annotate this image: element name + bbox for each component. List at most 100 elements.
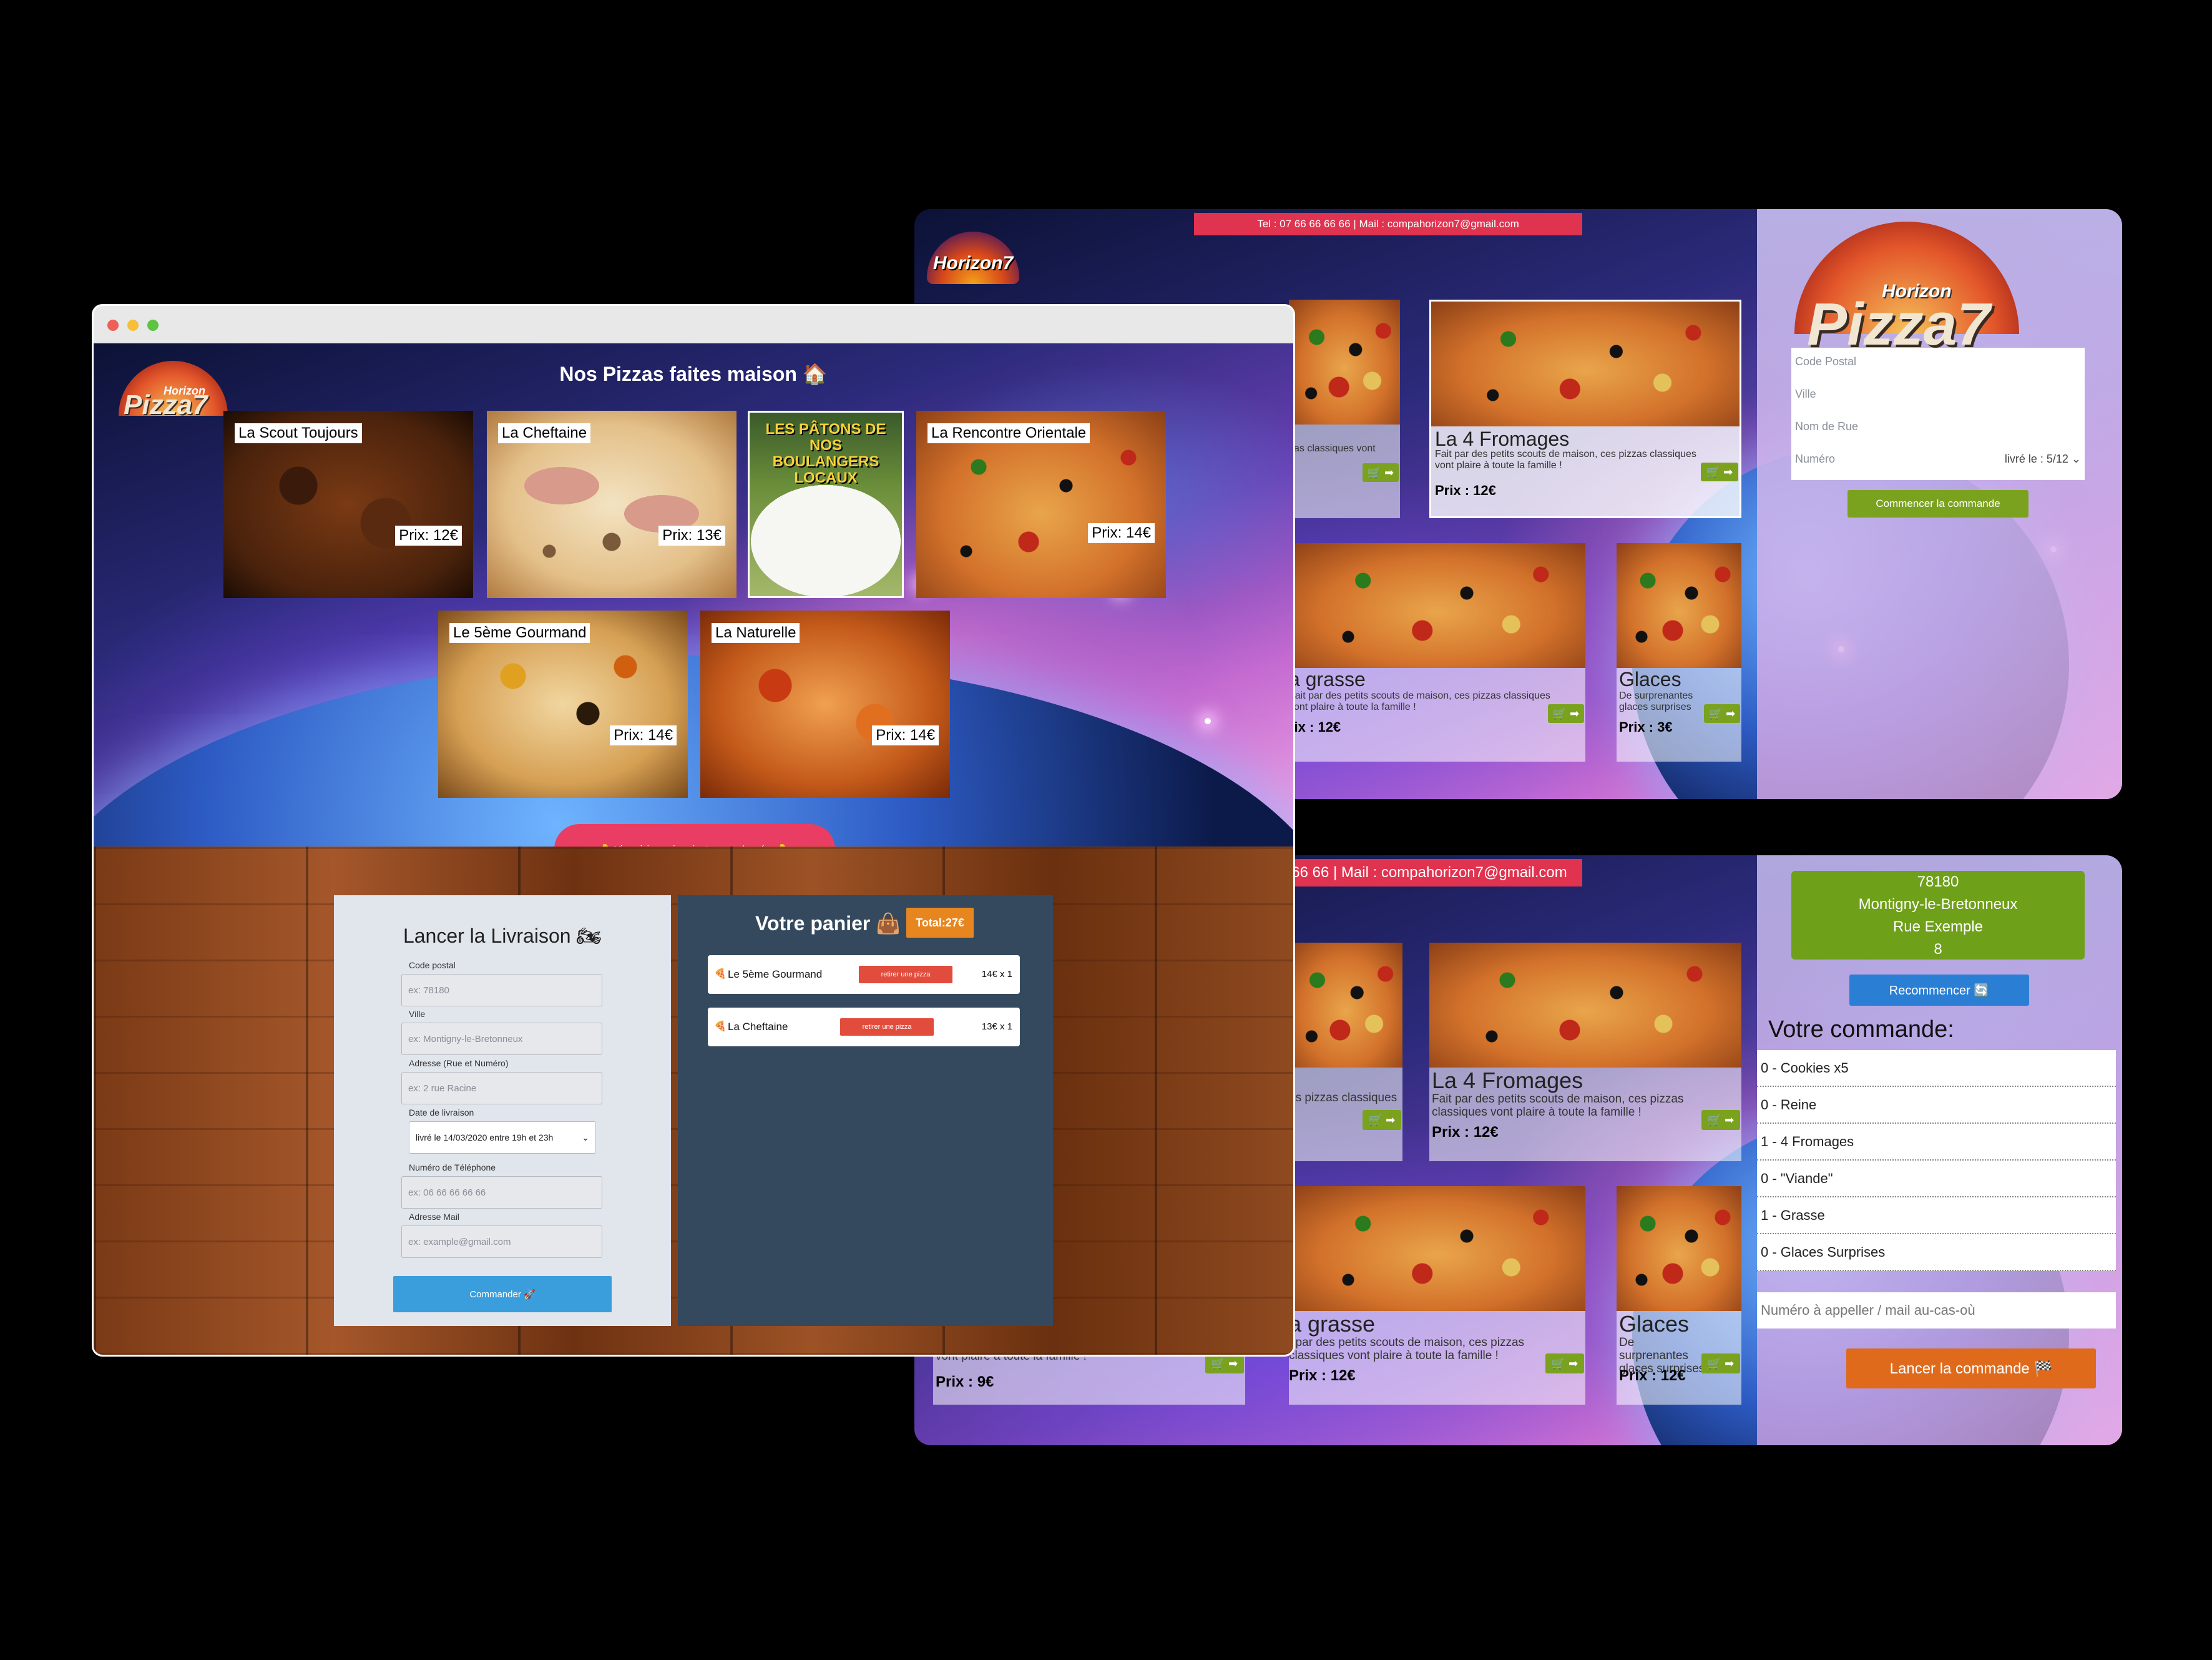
address-label: Adresse (Rue et Numéro) [409, 1058, 509, 1068]
maximize-dot[interactable] [147, 320, 159, 331]
add-to-cart-button[interactable]: 🛒 ➡ [1363, 1110, 1401, 1130]
cart-item-qty: 14€ x 1 [981, 969, 1012, 980]
remove-pizza-button[interactable]: retirer une pizza [840, 1018, 934, 1036]
card-price: Prix : 3€ [1619, 719, 1673, 735]
summary-street: Rue Exemple [1892, 918, 1984, 935]
card-title: La 4 Fromages [1435, 428, 1570, 450]
card-title: Glaces [1619, 1311, 1690, 1337]
remove-pizza-button[interactable]: retirer une pizza [859, 966, 952, 983]
card-desc: zas classiques vont [1289, 443, 1376, 454]
pizza-card[interactable]: La Cheftaine Prix: 13€ [487, 411, 737, 598]
menu-card: Glaces De surprenantes glaces surprises … [1617, 543, 1741, 762]
address-summary: 78180 Montigny-le-Bretonneux Rue Exemple… [1791, 871, 2085, 960]
card-price: Prix : 12€ [1619, 1367, 1686, 1384]
contact-header-bar: Tel : 07 66 66 66 66 | Mail : compahoriz… [1194, 213, 1582, 235]
start-order-button[interactable]: Commencer la commande [1847, 490, 2028, 518]
order-item: 0 - "Viande" [1757, 1161, 2116, 1197]
logo: Horizon7 [927, 232, 1019, 284]
add-to-cart-button[interactable]: 🛒 ➡ [1363, 463, 1399, 482]
minimize-dot[interactable] [127, 320, 139, 331]
card-price: Prix : 9€ [936, 1373, 994, 1390]
pizza-card[interactable]: Le 5ème Gourmand Prix: 14€ [438, 611, 688, 798]
card-price: Prix : 12€ [1432, 1124, 1499, 1141]
launch-order-button[interactable]: Lancer la commande 🏁 [1846, 1348, 2096, 1388]
close-dot[interactable] [107, 320, 119, 331]
pizza-price: Prix: 14€ [610, 725, 677, 745]
pizza-photo [1289, 543, 1585, 668]
pizza-card[interactable]: La Scout Toujours Prix: 12€ [223, 411, 473, 598]
dough-card: LES PÂTONS DE NOS BOULANGERS LOCAUX [748, 411, 904, 598]
address-input[interactable]: ex: 2 rue Racine [401, 1072, 602, 1104]
pizza-icon: 🍕 [714, 1021, 727, 1032]
form-title: Lancer la Livraison 🏍 [403, 925, 602, 947]
add-to-cart-button[interactable]: 🛒 ➡ [1548, 704, 1584, 723]
cart-title: Votre panier 👜 [755, 912, 901, 935]
cart-panel: Votre panier 👜 Total:27€ 🍕 Le 5ème Gourm… [678, 895, 1053, 1326]
phone-input[interactable]: ex: 06 66 66 66 66 [401, 1176, 602, 1209]
pizza-photo [1289, 300, 1400, 425]
contact-input[interactable]: Numéro à appeller / mail au-cas-où [1757, 1292, 2116, 1328]
summary-city: Montigny-le-Bretonneux [1858, 896, 2018, 913]
logo-text: Horizon7 [932, 253, 1014, 273]
pizza-photo [1289, 1186, 1585, 1311]
postal-code-input[interactable]: ex: 78180 [401, 974, 602, 1006]
cart-item: 🍕 La Cheftaine retirer une pizza 13€ x 1 [708, 1008, 1020, 1046]
street-field[interactable]: Nom de Rue [1795, 420, 1858, 433]
city-field[interactable]: Ville [1795, 388, 1816, 401]
pizza-photo [1289, 943, 1402, 1068]
pizza-price: Prix: 14€ [872, 725, 939, 745]
card-title: a grasse [1289, 668, 1366, 690]
cart-item-qty: 13€ x 1 [981, 1021, 1012, 1032]
card-desc: De surprenantes glaces surprises [1619, 690, 1693, 712]
mail-input[interactable]: ex: example@gmail.com [401, 1225, 602, 1258]
add-to-cart-button[interactable]: 🛒 ➡ [1545, 1353, 1584, 1373]
order-item: 1 - Grasse [1757, 1197, 2116, 1234]
order-sidebar: 78180 Montigny-le-Bretonneux Rue Exemple… [1757, 855, 2122, 1445]
restart-button[interactable]: Recommencer 🔄 [1849, 975, 2029, 1006]
card-price: Prix : 12€ [1435, 483, 1496, 498]
order-item: 0 - Cookies x5 [1757, 1050, 2116, 1087]
contact-header-bar: 66 66 | Mail : compahorizon7@gmail.com [1276, 859, 1582, 886]
card-title: La 4 Fromages [1432, 1068, 1583, 1093]
order-item: 0 - Reine [1757, 1087, 2116, 1124]
card-desc: Fait par des petits scouts de maison, ce… [1289, 690, 1550, 712]
pizza-photo [1429, 943, 1741, 1068]
add-to-cart-button[interactable]: 🛒 ➡ [1701, 463, 1738, 481]
pizza-name: Le 5ème Gourmand [449, 623, 590, 643]
delivery-date-select[interactable]: livré le : 5/12 ⌄ [2005, 453, 2081, 466]
pizza-name: La Naturelle [712, 623, 800, 643]
pizza-card[interactable]: La Naturelle Prix: 14€ [700, 611, 950, 798]
front-browser-window: Horizon Pizza7 Nos Pizzas faites maison … [94, 306, 1293, 1355]
delivery-date-value: livré le : 5/12 [2004, 453, 2068, 465]
card-desc: Fait par des petits scouts de maison, ce… [1435, 449, 1696, 471]
date-label: Date de livraison [409, 1107, 474, 1117]
sidebar: Horizon Pizza7 Code Postal Ville Nom de … [1757, 209, 2122, 799]
pizza-photo [1617, 1186, 1741, 1311]
summary-postal: 78180 [1917, 873, 1959, 890]
submit-order-button[interactable]: Commander 🚀 [393, 1276, 612, 1312]
cart-total-badge: Total:27€ [906, 908, 974, 938]
add-to-cart-button[interactable]: 🛒 ➡ [1205, 1353, 1244, 1373]
menu-card: La 4 Fromages Fait par des petits scouts… [1429, 943, 1741, 1161]
delivery-date-value: livré le 14/03/2020 entre 19h et 23h [416, 1132, 554, 1142]
order-list: 0 - Cookies x5 0 - Reine 1 - 4 Fromages … [1757, 1050, 2116, 1271]
logo-main: Pizza7 [124, 390, 208, 420]
postal-code-field[interactable]: Code Postal [1795, 355, 1856, 368]
add-to-cart-button[interactable]: 🛒 ➡ [1701, 1353, 1740, 1373]
pizza-card[interactable]: La Rencontre Orientale Prix: 14€ [916, 411, 1166, 598]
hero-section: Horizon Pizza7 Nos Pizzas faites maison … [94, 343, 1293, 847]
cart-item-name: Le 5ème Gourmand [728, 968, 823, 980]
card-desc: es pizzas classiques [1289, 1091, 1397, 1104]
scroll-to-form-button[interactable]: 👇 Viens ici pour inscrire tes coordonnée… [554, 824, 835, 847]
card-title: a grasse [1289, 1311, 1376, 1337]
browser-titlebar [94, 306, 1293, 343]
menu-card: vont plaire à toute la famille ! Prix : … [933, 1348, 1245, 1405]
summary-number: 8 [1934, 941, 1942, 958]
add-to-cart-button[interactable]: 🛒 ➡ [1704, 704, 1740, 723]
delivery-date-select[interactable]: livré le 14/03/2020 entre 19h et 23h ⌄ [409, 1121, 596, 1154]
city-input[interactable]: ex: Montigny-le-Bretonneux [401, 1023, 602, 1055]
number-field[interactable]: Numéro [1795, 453, 1835, 466]
star [1205, 718, 1211, 724]
add-to-cart-button[interactable]: 🛒 ➡ [1701, 1110, 1740, 1130]
postal-label: Code postal [409, 960, 456, 970]
